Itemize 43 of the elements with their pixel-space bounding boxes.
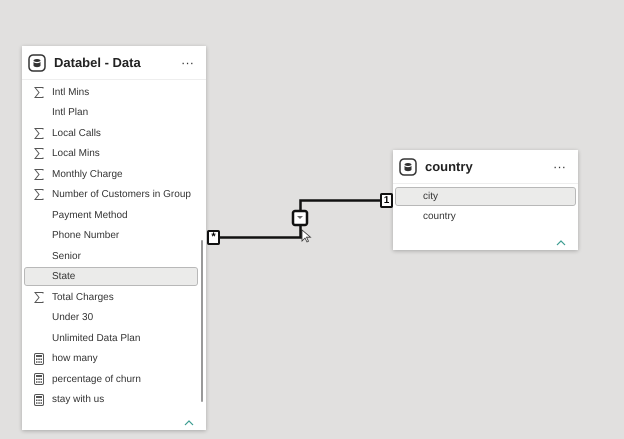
- field-item[interactable]: Senior: [24, 246, 198, 266]
- sigma-icon: [34, 128, 44, 139]
- field-item[interactable]: Intl Mins: [24, 82, 198, 102]
- sigma-icon: [34, 86, 44, 98]
- sigma-icon: [34, 168, 44, 180]
- field-item[interactable]: Local Calls: [24, 124, 198, 143]
- table-card[interactable]: country ··· city country: [393, 150, 578, 250]
- sigma-icon: [34, 292, 44, 303]
- calculator-icon: [34, 394, 44, 406]
- cursor-icon: [302, 229, 312, 243]
- field-item[interactable]: Local Mins: [24, 144, 198, 164]
- field-item[interactable]: how many: [24, 349, 198, 368]
- field-item[interactable]: Total Charges: [24, 288, 198, 307]
- field-item[interactable]: percentage of churn: [24, 370, 198, 389]
- database-icon: [399, 158, 417, 176]
- table-title: country: [425, 158, 474, 176]
- many-cardinality-marker: *: [207, 230, 220, 245]
- relationship-line[interactable]: [219, 199, 381, 239]
- calculator-icon: [34, 373, 44, 386]
- scrollbar-thumb[interactable]: [201, 240, 203, 402]
- sigma-icon: [34, 189, 44, 200]
- collapse-icon[interactable]: [556, 240, 566, 246]
- one-cardinality-marker: 1: [380, 193, 393, 208]
- field-item[interactable]: Monthly Charge: [24, 164, 198, 184]
- table-card[interactable]: [22, 46, 206, 430]
- field-item[interactable]: city: [395, 186, 576, 206]
- field-item[interactable]: Number of Customers in Group: [24, 185, 198, 204]
- more-options-button[interactable]: ···: [175, 56, 200, 69]
- calculator-icon: [34, 352, 44, 365]
- database-icon: [28, 54, 46, 72]
- field-item[interactable]: Intl Plan: [24, 103, 198, 122]
- field-item[interactable]: Under 30: [24, 308, 198, 328]
- filter-direction-icon[interactable]: [292, 210, 308, 226]
- field-item[interactable]: State: [24, 267, 198, 286]
- field-item[interactable]: stay with us: [24, 390, 198, 410]
- table-title: Databel - Data: [54, 54, 142, 72]
- field-item[interactable]: Unlimited Data Plan: [24, 328, 198, 348]
- field-item[interactable]: Payment Method: [24, 206, 198, 225]
- collapse-icon[interactable]: [184, 420, 194, 426]
- more-options-button[interactable]: ···: [547, 160, 572, 173]
- sigma-icon: [34, 148, 44, 160]
- field-item[interactable]: Phone Number: [24, 226, 198, 246]
- field-item[interactable]: country: [395, 207, 576, 226]
